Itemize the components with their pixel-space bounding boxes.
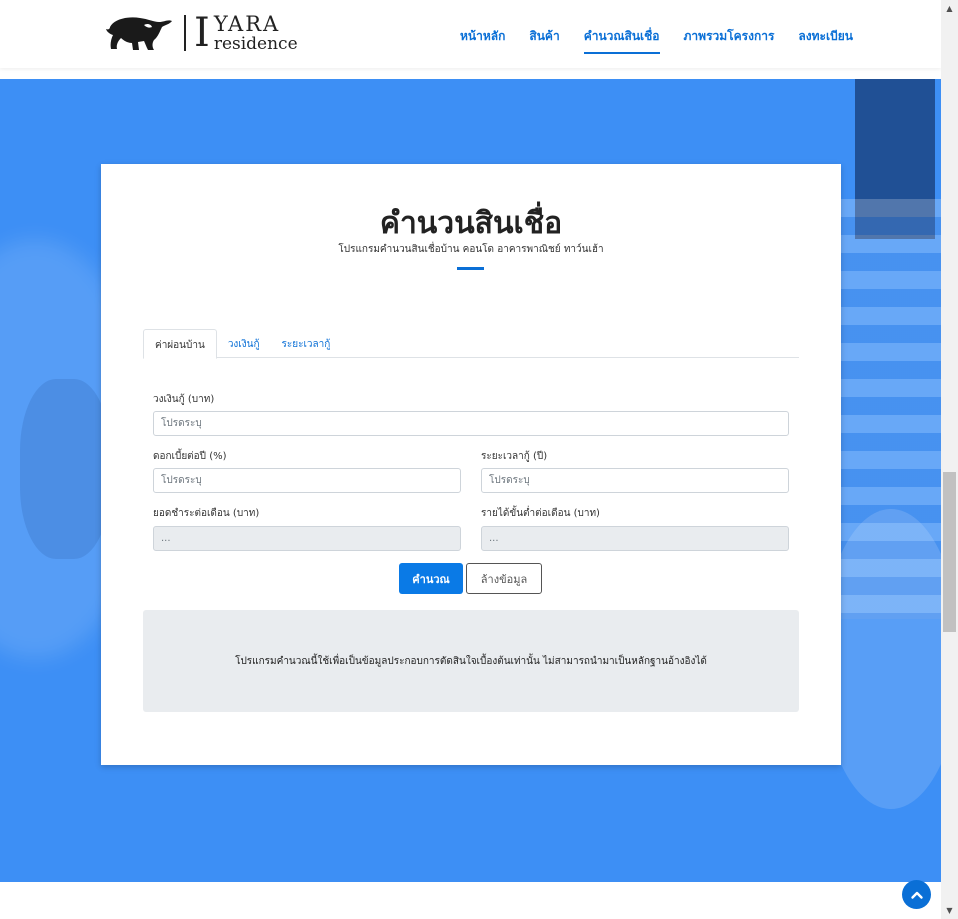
loan-term-label: ระยะเวลากู้ (ปี) (481, 451, 548, 462)
min-income-label: รายได้ขั้นต่ำต่อเดือน (บาท) (481, 508, 600, 519)
elephant-icon (106, 17, 172, 50)
nav-project-overview[interactable]: ภาพรวมโครงการ (684, 27, 775, 46)
title-underline (457, 267, 484, 270)
scroll-down-arrow-icon[interactable]: ▼ (941, 902, 958, 919)
logo-divider (184, 15, 186, 51)
clear-button[interactable]: ล้างข้อมูล (466, 563, 542, 594)
logo-name: YARA (213, 11, 281, 36)
page-subtitle: โปรแกรมคำนวนสินเชื่อบ้าน คอนโด อาคารพาณิ… (338, 244, 604, 255)
scroll-up-arrow-icon[interactable]: ▲ (941, 0, 958, 17)
page-scrollbar[interactable]: ▲ ▼ (941, 0, 958, 919)
main-nav: หน้าหลัก สินค้า คำนวณสินเชื่อ ภาพรวมโครง… (460, 27, 877, 54)
interest-input[interactable] (153, 468, 461, 493)
calculate-button[interactable]: คำนวณ (399, 563, 463, 594)
chevron-up-icon (910, 891, 923, 899)
logo-tagline: residence (213, 33, 298, 54)
scroll-thumb[interactable] (943, 472, 956, 632)
site-logo[interactable]: I YARA residence (104, 12, 298, 54)
loan-calculator-card: คำนวนสินเชื่อ โปรแกรมคำนวนสินเชื่อบ้าน ค… (101, 164, 841, 765)
disclaimer-box: โปรแกรมคำนวณนี้ใช้เพื่อเป็นข้อมูลประกอบก… (143, 610, 799, 712)
back-to-top-button[interactable] (902, 880, 931, 909)
monthly-payment-label: ยอดชำระต่อเดือน (บาท) (153, 508, 260, 519)
interest-label: ดอกเบี้ยต่อปี (%) (153, 451, 227, 462)
logo-mark: I (194, 10, 210, 56)
disclaimer-text: โปรแกรมคำนวณนี้ใช้เพื่อเป็นข้อมูลประกอบก… (235, 655, 707, 667)
logo-wordmark: I YARA residence (194, 13, 298, 53)
loan-term-input[interactable] (481, 468, 789, 493)
tab-loan-amount[interactable]: วงเงินกู้ (217, 329, 271, 358)
tab-loan-term[interactable]: ระยะเวลากู้ (271, 329, 342, 358)
loan-amount-label: วงเงินกู้ (บาท) (153, 394, 215, 405)
nav-register[interactable]: ลงทะเบียน (798, 27, 853, 46)
calculator-tabs: ค่าผ่อนบ้าน วงเงินกู้ ระยะเวลากู้ (143, 329, 799, 359)
loan-amount-input[interactable] (153, 411, 789, 436)
page-title: คำนวนสินเชื่อ (379, 206, 563, 241)
nav-home[interactable]: หน้าหลัก (460, 27, 505, 46)
monthly-payment-field (153, 526, 461, 551)
site-header: I YARA residence หน้าหลัก สินค้า คำนวณสิ… (0, 0, 941, 68)
nav-loan-calculator[interactable]: คำนวณสินเชื่อ (583, 27, 660, 54)
min-income-field (481, 526, 789, 551)
nav-products[interactable]: สินค้า (529, 27, 559, 46)
tab-installment[interactable]: ค่าผ่อนบ้าน (143, 329, 217, 359)
